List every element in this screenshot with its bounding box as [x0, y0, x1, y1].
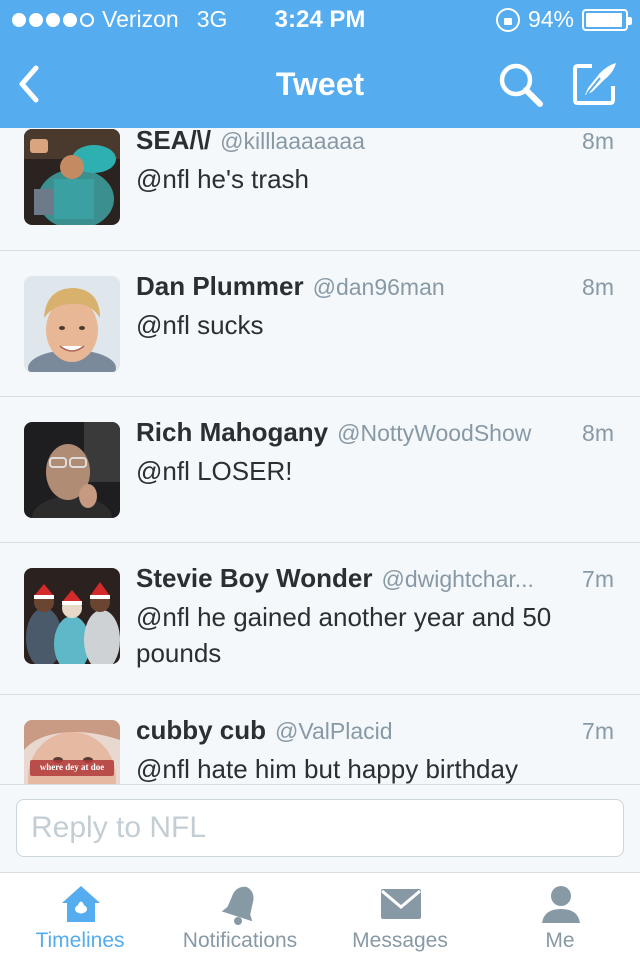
nav-bar: Tweet	[0, 40, 640, 128]
tweet-header: SEA/\/ @killlaaaaaaa 8m	[136, 128, 614, 161]
tab-label: Notifications	[182, 929, 298, 952]
tab-me[interactable]: Me	[480, 873, 640, 960]
tweet-author-name[interactable]: SEA/\/	[136, 128, 211, 156]
tweet-text: @nfl he's trash	[136, 164, 309, 194]
tweet-author-handle[interactable]: @ValPlacid	[275, 718, 570, 745]
avatar[interactable]	[24, 568, 120, 664]
orientation-lock-icon	[495, 7, 520, 32]
header: Verizon 3G 3:24 PM 94% Tweet	[0, 0, 640, 128]
search-icon[interactable]	[496, 60, 546, 110]
home-icon	[62, 886, 100, 922]
tweet-author-handle[interactable]: @dan96man	[313, 274, 570, 301]
avatar-caption: where dey at doe	[39, 762, 105, 772]
person-icon	[542, 886, 580, 923]
tweet-author-name[interactable]: cubby cub	[136, 715, 266, 746]
tweet-row[interactable]: Stevie Boy Wonder @dwightchar... 7m @nfl…	[0, 543, 640, 695]
tweet-row[interactable]: SEA/\/ @killlaaaaaaa 8m @nfl he's trash	[0, 128, 640, 251]
status-bar: Verizon 3G 3:24 PM 94%	[0, 0, 640, 40]
tweet-author-name[interactable]: Stevie Boy Wonder	[136, 563, 372, 594]
status-right: 94%	[495, 6, 632, 33]
tweet-row[interactable]: Rich Mahogany @NottyWoodShow 8m @nfl LOS…	[0, 397, 640, 543]
tab-bar: Timelines Notifications Messages Me	[0, 872, 640, 960]
battery-level	[586, 12, 622, 27]
tweet-timestamp: 7m	[582, 566, 614, 592]
tweet-header: Dan Plummer @dan96man 8m	[136, 271, 614, 307]
tweet-text: @nfl hate him but happy birthday	[136, 754, 518, 784]
envelope-icon	[381, 889, 421, 919]
tweet-text: @nfl he gained another year and 50 pound…	[136, 602, 552, 668]
tweet-author-handle[interactable]: @NottyWoodShow	[337, 420, 570, 447]
tweet-text: @nfl sucks	[136, 310, 264, 340]
tweet-body: cubby cub @ValPlacid 7m @nfl hate him bu…	[136, 715, 614, 784]
tweet-body: SEA/\/ @killlaaaaaaa 8m @nfl he's trash	[136, 128, 614, 197]
tab-messages[interactable]: Messages	[320, 873, 480, 960]
avatar[interactable]	[24, 276, 120, 372]
tweet-row[interactable]: where dey at doe cubby cub @ValPlacid 7m…	[0, 695, 640, 784]
tweet-row[interactable]: Dan Plummer @dan96man 8m @nfl sucks	[0, 251, 640, 397]
tweet-body: Stevie Boy Wonder @dwightchar... 7m @nfl…	[136, 563, 614, 671]
battery-percent: 94%	[527, 6, 574, 32]
tweet-timestamp: 8m	[582, 128, 614, 154]
tab-timelines[interactable]: Timelines	[0, 873, 160, 960]
tab-label: Timelines	[35, 929, 125, 952]
tweet-author-handle[interactable]: @killlaaaaaaa	[220, 128, 570, 155]
tweet-timestamp: 8m	[582, 420, 614, 446]
reply-bar	[0, 784, 640, 872]
tweet-header: Stevie Boy Wonder @dwightchar... 7m	[136, 563, 614, 599]
tab-label: Messages	[352, 929, 448, 952]
tweet-author-name[interactable]: Rich Mahogany	[136, 417, 328, 448]
avatar[interactable]	[24, 422, 120, 518]
tweet-timestamp: 7m	[582, 718, 614, 744]
battery-icon	[582, 8, 632, 31]
tweet-timestamp: 8m	[582, 274, 614, 300]
tab-label: Me	[545, 929, 575, 952]
tweet-author-name[interactable]: Dan Plummer	[136, 271, 304, 302]
screen: Verizon 3G 3:24 PM 94% Tweet SEA/\/ @kil…	[0, 0, 640, 960]
avatar[interactable]: where dey at doe	[24, 720, 120, 784]
tweet-header: cubby cub @ValPlacid 7m	[136, 715, 614, 751]
tweet-header: Rich Mahogany @NottyWoodShow 8m	[136, 417, 614, 453]
tweet-list[interactable]: SEA/\/ @killlaaaaaaa 8m @nfl he's trash	[0, 128, 640, 784]
tweet-author-handle[interactable]: @dwightchar...	[381, 566, 570, 593]
tweet-text: @nfl LOSER!	[136, 456, 293, 486]
bell-icon	[221, 886, 254, 925]
reply-input[interactable]	[16, 799, 624, 857]
tweet-body: Rich Mahogany @NottyWoodShow 8m @nfl LOS…	[136, 417, 614, 489]
tab-notifications[interactable]: Notifications	[160, 873, 320, 960]
tweet-body: Dan Plummer @dan96man 8m @nfl sucks	[136, 271, 614, 343]
avatar[interactable]	[24, 129, 120, 225]
compose-icon[interactable]	[570, 58, 622, 110]
